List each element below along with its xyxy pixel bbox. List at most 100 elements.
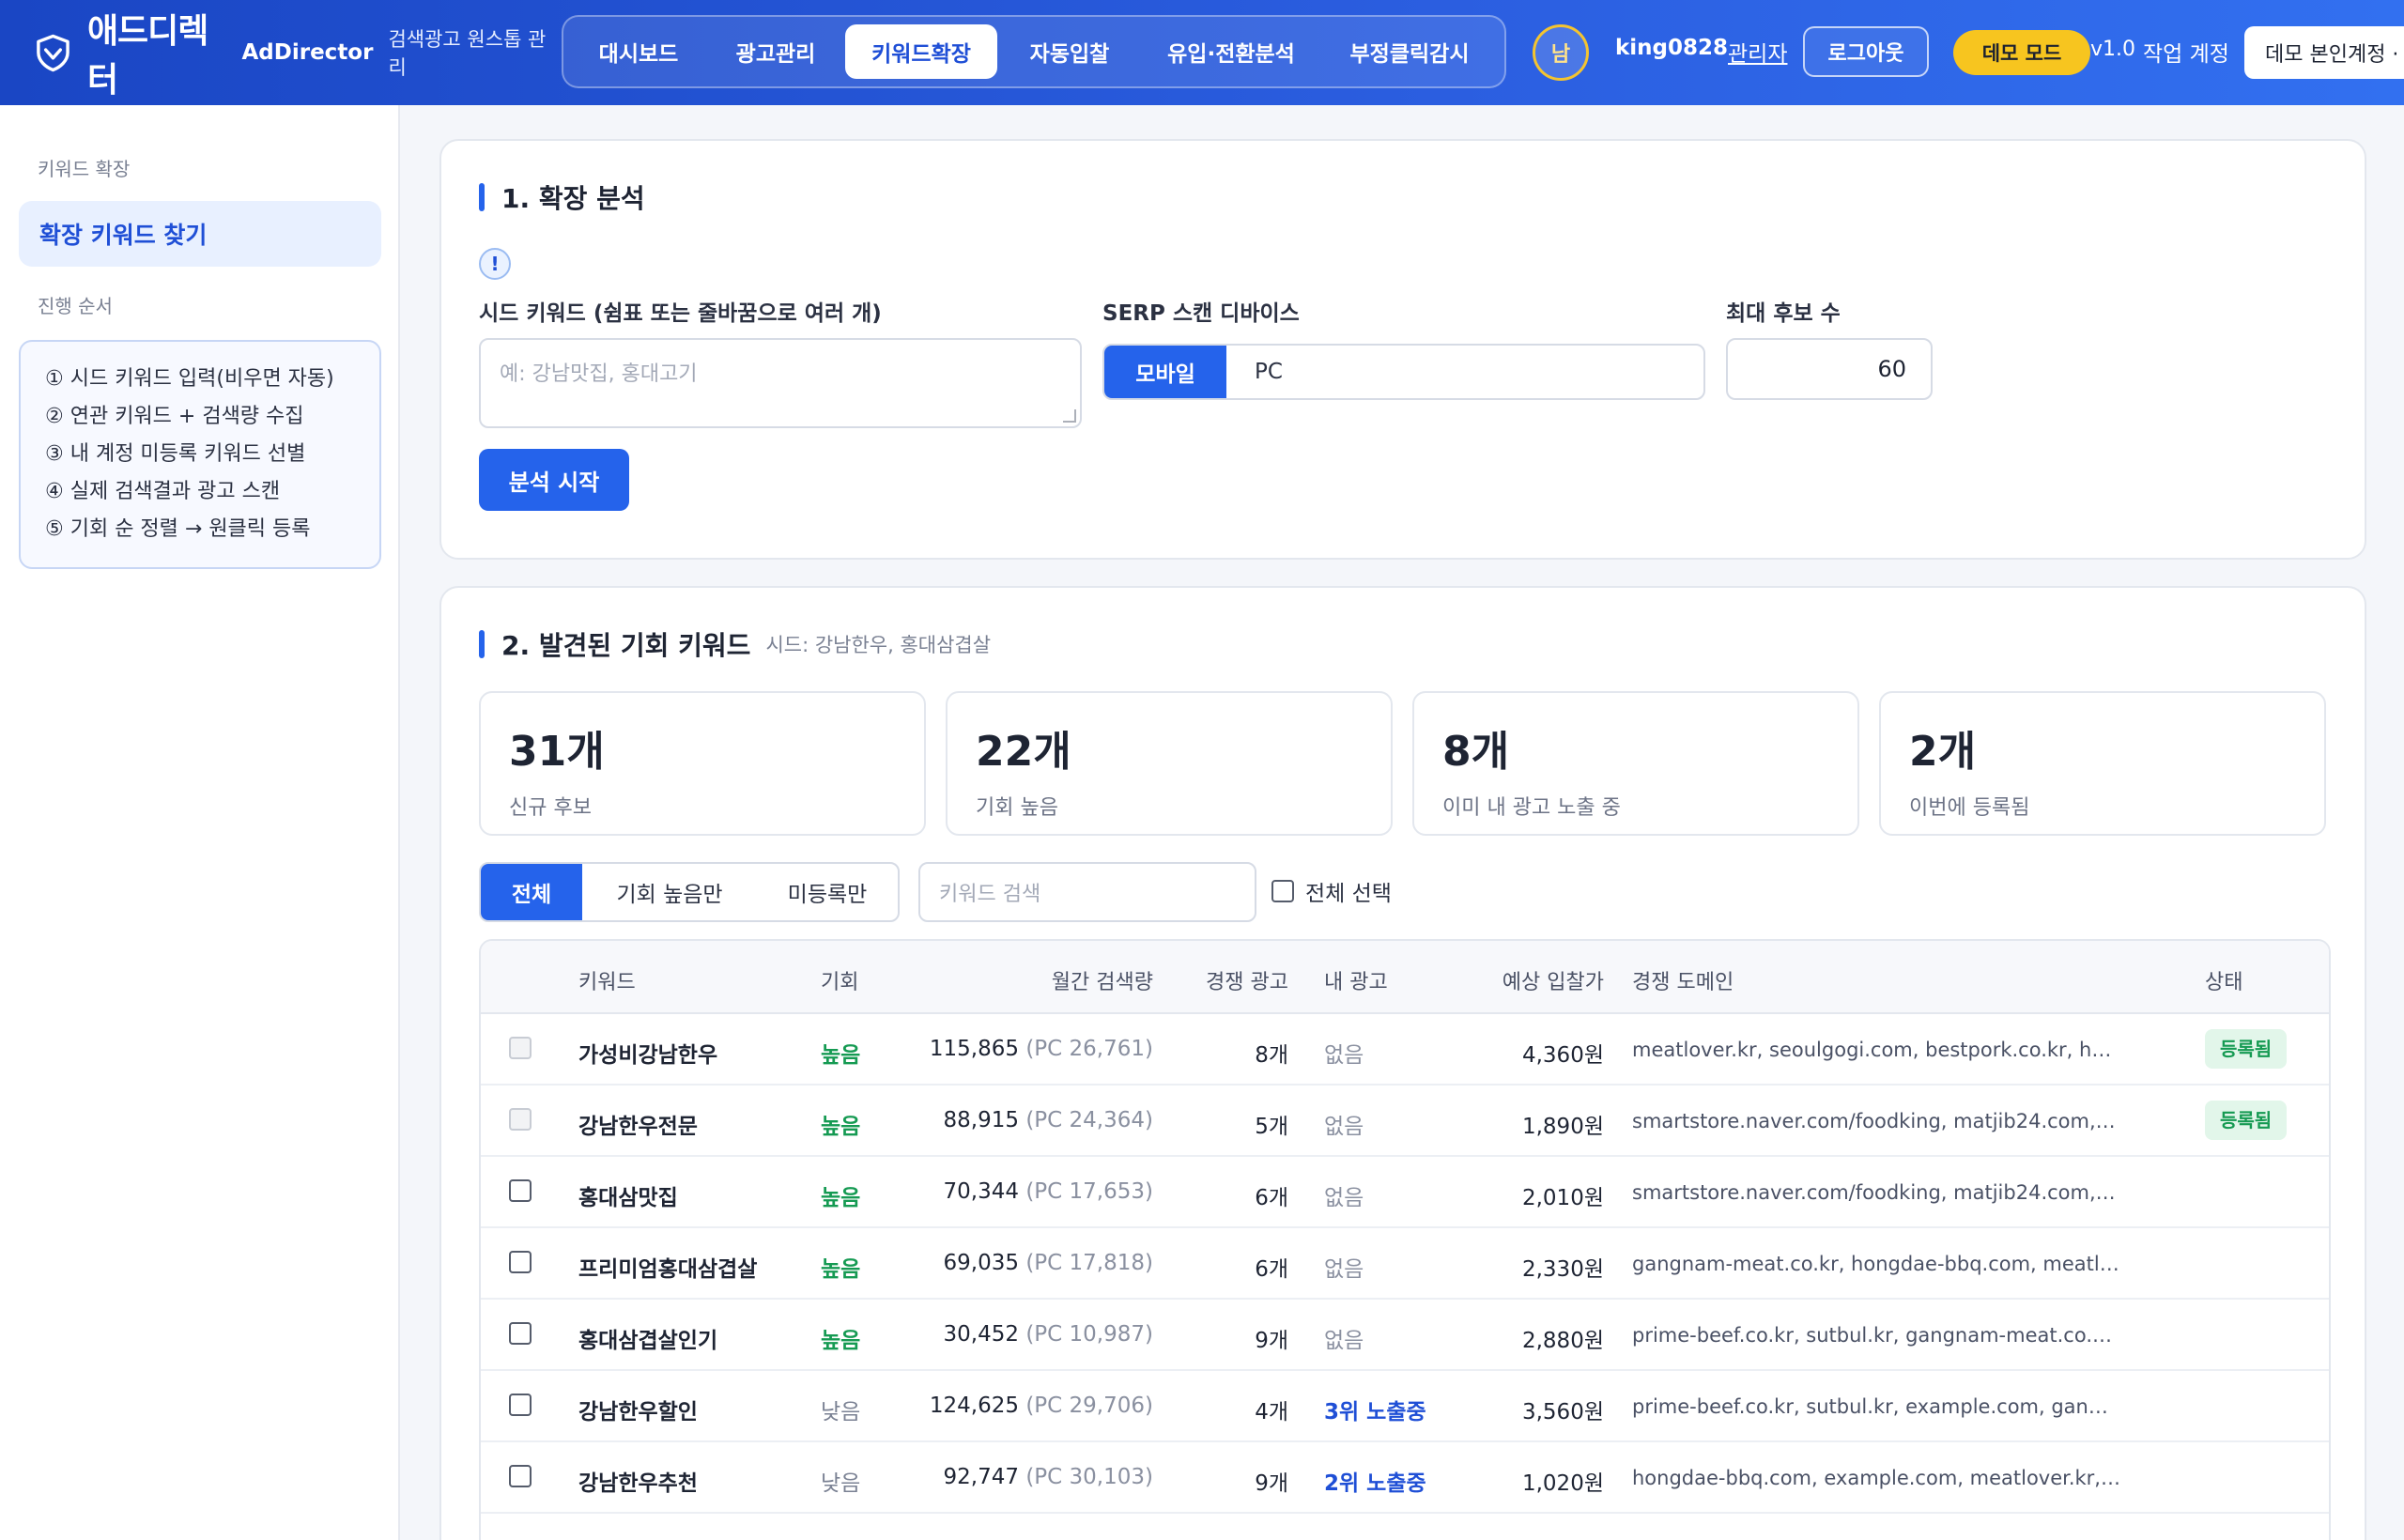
cell-my-ad: 3위 노출중 (1324, 1400, 1426, 1424)
seed-info: 시드: 강남한우, 홍대삼겹살 (765, 634, 992, 656)
cell-keyword: 강남한우추천 (578, 1471, 698, 1496)
seed-keyword-input[interactable]: 예: 강남맛집, 홍대고기 (479, 338, 1082, 428)
table-row[interactable]: 프리미엄홍대삼겹살 높음 69,035 (PC 17,818) 6개 없음 2,330원 g… (481, 1228, 2329, 1300)
col-opportunity[interactable]: 기회 (821, 965, 858, 995)
table-row[interactable]: 홍대삼맛집 높음 70,344 (PC 17,653) 6개 없음 2,010원 smart… (481, 1157, 2329, 1228)
filter-segment: 전체 기회 높음만 미등록만 (479, 862, 900, 922)
cell-opportunity: 낮음 (821, 1400, 861, 1424)
checkbox[interactable] (509, 1179, 532, 1202)
cell-opportunity: 높음 (821, 1186, 861, 1210)
device-pc[interactable]: PC (1226, 346, 1283, 398)
table-body: 가성비강남한우 높음 115,865 (PC 26,761) 8개 없음 4,360원 me… (481, 1014, 2329, 1514)
checkbox[interactable] (509, 1108, 532, 1131)
nav-auto-bid[interactable]: 자동입찰 (997, 24, 1142, 79)
filter-all[interactable]: 전체 (481, 864, 582, 920)
table-row[interactable]: 홍대삼겹살인기 높음 30,452 (PC 10,987) 9개 없음 2,880원 pri… (481, 1300, 2329, 1371)
step-1: ① 시드 키워드 입력(비우면 자동) (45, 367, 334, 391)
col-competitors[interactable]: 경쟁 광고 (1206, 965, 1288, 995)
nav-dashboard[interactable]: 대시보드 (571, 24, 706, 79)
cell-status: 등록됨 (2205, 1101, 2288, 1140)
col-volume[interactable]: 월간 검색량 (1052, 965, 1153, 995)
cell-domains: smartstore.naver.com/foodking, matjib24.… (1632, 1110, 2120, 1132)
info-icon[interactable]: ! (479, 248, 511, 280)
nav-keyword-expansion[interactable]: 키워드확장 (845, 24, 997, 79)
status-badge: 등록됨 (2205, 1101, 2288, 1140)
stat-registered: 2개 이번에 등록됨 (1879, 691, 2326, 836)
cell-keyword: 홍대삼맛집 (578, 1186, 678, 1210)
volume-value: 115,865 (929, 1037, 1020, 1061)
volume-pc: (PC 10,987) (1025, 1322, 1153, 1347)
row-checkbox[interactable] (509, 1037, 532, 1065)
select-all[interactable]: 전체 선택 (1271, 875, 1392, 907)
resize-grip-icon[interactable] (1063, 409, 1076, 423)
main-nav: 대시보드 광고관리 키워드확장 자동입찰 유입·전환분석 부정클릭감시 (562, 15, 1506, 88)
checkbox[interactable] (509, 1251, 532, 1273)
logout-button[interactable]: 로그아웃 (1803, 26, 1929, 77)
results-title-text: 2. 발견된 기회 키워드 (501, 630, 751, 661)
row-checkbox[interactable] (509, 1179, 532, 1208)
top-header: 애드디렉터 AdDirector 검색광고 원스톱 관리 대시보드 광고관리 키… (0, 0, 2404, 105)
cell-my-ad: 없음 (1324, 1186, 1364, 1210)
checkbox[interactable] (509, 1394, 532, 1416)
volume-pc: (PC 30,103) (1025, 1465, 1153, 1489)
volume-pc: (PC 29,706) (1025, 1394, 1153, 1418)
cell-bid: 4,360원 (1521, 1043, 1604, 1068)
col-my-ad[interactable]: 내 광고 (1324, 965, 1388, 995)
col-bid[interactable]: 예상 입찰가 (1502, 965, 1604, 995)
checkbox[interactable] (509, 1322, 532, 1345)
volume-value: 124,625 (929, 1394, 1020, 1418)
cell-volume: 124,625 (PC 29,706) (930, 1394, 1153, 1418)
cell-competitors: 4개 (1255, 1400, 1288, 1424)
analysis-card: 1. 확장 분석 ! 시드 키워드 (쉼표 또는 줄바꿈으로 여러 개) 예: … (439, 139, 2366, 560)
nav-traffic-analysis[interactable]: 유입·전환분석 (1142, 24, 1320, 79)
stat-new-candidates: 31개 신규 후보 (479, 691, 926, 836)
col-keyword[interactable]: 키워드 (578, 965, 636, 995)
cell-competitors: 5개 (1255, 1115, 1288, 1139)
app-logo[interactable]: 애드디렉터 AdDirector 검색광고 원스톱 관리 (34, 4, 560, 101)
row-checkbox[interactable] (509, 1251, 532, 1279)
filter-unregistered-only[interactable]: 미등록만 (757, 864, 898, 920)
cell-competitors: 6개 (1255, 1257, 1288, 1282)
version-label: v1.0 (2090, 38, 2136, 61)
avatar[interactable]: 남 (1533, 24, 1589, 81)
checkbox[interactable] (509, 1037, 532, 1059)
col-domains[interactable]: 경쟁 도메인 (1632, 965, 1734, 995)
volume-value: 30,452 (943, 1322, 1020, 1347)
admin-link[interactable]: 관리자 (1728, 36, 1787, 68)
sidebar-item-find-keywords[interactable]: 확장 키워드 찾기 (19, 201, 381, 267)
volume-pc: (PC 26,761) (1025, 1037, 1153, 1061)
cell-my-ad: 없음 (1324, 1257, 1364, 1282)
cell-opportunity: 높음 (821, 1043, 861, 1068)
row-checkbox[interactable] (509, 1322, 532, 1350)
demo-mode-badge: 데모 모드 (1953, 30, 2090, 75)
table-row[interactable]: 가성비강남한우 높음 115,865 (PC 26,761) 8개 없음 4,360원 me… (481, 1014, 2329, 1086)
table-row[interactable]: 강남한우추천 낮음 92,747 (PC 30,103) 9개 2위 노출중 1,020원… (481, 1442, 2329, 1514)
workspace-select[interactable]: 데모 본인계정 · (2244, 26, 2404, 79)
col-status[interactable]: 상태 (2205, 965, 2242, 995)
cell-volume: 69,035 (PC 17,818) (944, 1251, 1153, 1275)
cell-volume: 92,747 (PC 30,103) (944, 1465, 1153, 1489)
stat-already-exposed: 8개 이미 내 광고 노출 중 (1412, 691, 1859, 836)
cell-my-ad: 없음 (1324, 1043, 1364, 1068)
row-checkbox[interactable] (509, 1465, 532, 1493)
cell-opportunity: 높음 (821, 1115, 861, 1139)
max-candidates-input[interactable]: 60 (1726, 338, 1933, 400)
cell-domains: prime-beef.co.kr, sutbul.kr, example.com… (1632, 1395, 2120, 1418)
nav-click-fraud[interactable]: 부정클릭감시 (1320, 24, 1499, 79)
results-title: 2. 발견된 기회 키워드 시드: 강남한우, 홍대삼겹살 (479, 625, 991, 663)
nav-ad-management[interactable]: 광고관리 (706, 24, 845, 79)
step-3: ③ 내 계정 미등록 키워드 선별 (45, 442, 306, 466)
filter-high-only[interactable]: 기회 높음만 (582, 864, 757, 920)
table-row[interactable]: 강남한우전문 높음 88,915 (PC 24,364) 5개 없음 1,890원 smar… (481, 1086, 2329, 1157)
row-checkbox[interactable] (509, 1108, 532, 1136)
device-mobile[interactable]: 모바일 (1104, 346, 1226, 398)
keyword-search-input[interactable]: 키워드 검색 (918, 862, 1256, 922)
table-row[interactable]: 강남한우할인 낮음 124,625 (PC 29,706) 4개 3위 노출중 3,560… (481, 1371, 2329, 1442)
volume-pc: (PC 17,818) (1025, 1251, 1153, 1275)
step-5: ⑤ 기회 순 정렬 → 원클릭 등록 (45, 517, 311, 541)
start-analysis-button[interactable]: 분석 시작 (479, 449, 629, 511)
row-checkbox[interactable] (509, 1394, 532, 1422)
select-all-checkbox[interactable] (1271, 880, 1294, 902)
checkbox[interactable] (509, 1465, 532, 1487)
table-header: 키워드 기회 월간 검색량 경쟁 광고 내 광고 예상 입찰가 경쟁 도메인 상… (481, 941, 2329, 1014)
